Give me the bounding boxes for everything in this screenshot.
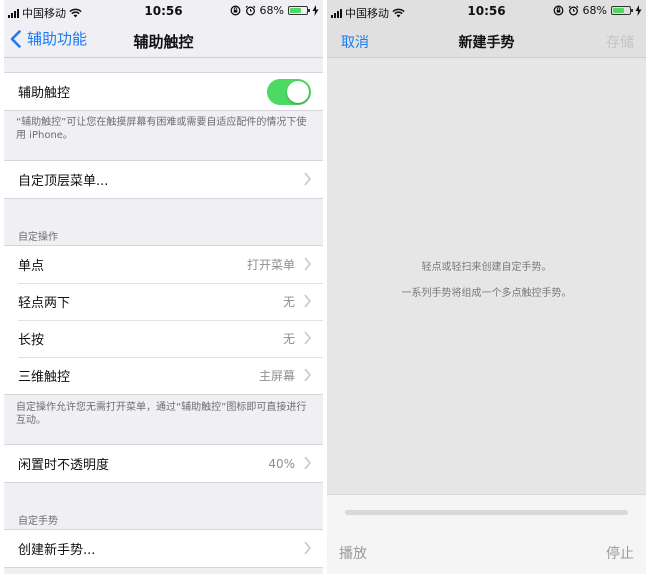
custom-gestures-header: 自定手势: [18, 516, 58, 527]
gesture-hint-primary: 轻点或轻扫来创建自定手势。: [421, 262, 552, 273]
alarm-icon: [245, 5, 255, 16]
idle-opacity-value: 40%: [268, 456, 295, 471]
stop-button[interactable]: 停止: [606, 543, 634, 563]
action-value: 无: [282, 295, 295, 309]
status-bar: 中国移动 10:56 68%: [4, 0, 323, 22]
lock-rotation-icon: [553, 5, 563, 16]
status-indicators: 68%: [553, 4, 642, 17]
customize-top-menu-label: 自定顶层菜单...: [18, 174, 109, 189]
chevron-right-icon: [304, 331, 311, 345]
lock-rotation-icon: [230, 5, 240, 16]
chevron-right-icon: [304, 456, 311, 470]
alarm-icon: [568, 5, 578, 16]
action-value: 无: [282, 332, 295, 346]
new-gesture-screen: 中国移动 10:56 68% 取消 新建手势 存储 轻点或轻扫来创建自定手势。 …: [327, 0, 646, 574]
top-menu-group: 自定顶层菜单...: [4, 160, 323, 199]
action-label: 单点: [18, 259, 45, 274]
gesture-hint-secondary: 一系列手势将组成一个多点触控手势。: [401, 288, 572, 299]
battery-icon: [611, 6, 633, 15]
action-row-double-tap[interactable]: 轻点两下 无: [4, 283, 323, 320]
gesture-recording-area[interactable]: 轻点或轻扫来创建自定手势。 一系列手势将组成一个多点触控手势。: [327, 59, 646, 493]
chevron-right-icon: [304, 257, 311, 271]
charging-icon: [312, 5, 319, 16]
assistive-touch-label: 辅助触控: [18, 86, 71, 101]
play-button[interactable]: 播放: [339, 543, 367, 563]
chevron-right-icon: [304, 294, 311, 308]
action-value: 主屏幕: [258, 369, 295, 383]
custom-actions-group: 单点 打开菜单 轻点两下 无 长按 无 三维触控 主屏幕: [4, 245, 323, 395]
navigation-bar: 取消 新建手势 存储: [327, 22, 646, 58]
action-row-single-tap[interactable]: 单点 打开菜单: [4, 246, 323, 283]
idle-opacity-group: 闲置时不透明度 40%: [4, 444, 323, 483]
custom-actions-description: 自定操作允许您无需打开菜单，通过“辅助触控”图标即可直接进行互动。: [16, 402, 307, 426]
chevron-right-icon: [304, 368, 311, 382]
assistive-touch-description: “辅助触控”可让您在触摸屏幕有困难或需要自适应配件的情况下使用 iPhone。: [16, 117, 307, 141]
create-gesture-label: 创建新手势...: [18, 543, 96, 558]
assistive-touch-group: 辅助触控: [4, 72, 323, 111]
action-label: 三维触控: [18, 370, 71, 385]
save-button[interactable]: 存储: [606, 32, 634, 52]
battery-icon: [288, 6, 310, 15]
action-label: 长按: [18, 333, 45, 348]
battery-percent: 68%: [259, 4, 284, 17]
navigation-bar: 辅助功能 辅助触控: [4, 22, 323, 58]
status-bar: 中国移动 10:56 68%: [327, 0, 646, 22]
custom-actions-header: 自定操作: [18, 232, 58, 243]
custom-gestures-group: 创建新手势...: [4, 529, 323, 568]
assistive-touch-toggle[interactable]: [267, 79, 311, 105]
page-title: 新建手势: [458, 35, 515, 51]
customize-top-menu-row[interactable]: 自定顶层菜单...: [4, 161, 323, 198]
action-label: 轻点两下: [18, 296, 71, 311]
chevron-right-icon: [304, 541, 311, 555]
action-value: 打开菜单: [246, 258, 295, 272]
create-gesture-row[interactable]: 创建新手势...: [4, 530, 323, 567]
idle-opacity-label: 闲置时不透明度: [18, 458, 110, 473]
assistive-touch-row: 辅助触控: [4, 73, 323, 110]
page-title: 辅助触控: [133, 33, 194, 51]
toggle-knob: [287, 81, 309, 103]
idle-opacity-row[interactable]: 闲置时不透明度 40%: [4, 445, 323, 482]
playback-toolbar: 播放 停止: [327, 494, 646, 574]
battery-percent: 68%: [582, 4, 607, 17]
action-row-long-press[interactable]: 长按 无: [4, 320, 323, 357]
chevron-right-icon: [304, 172, 311, 186]
status-indicators: 68%: [230, 4, 319, 17]
action-row-3d-touch[interactable]: 三维触控 主屏幕: [4, 357, 323, 394]
gesture-progress-bar: [345, 510, 628, 515]
accessibility-touch-screen: 中国移动 10:56 68% 辅助功能 辅助触控 辅助触控 “辅助触控”可让您在…: [4, 0, 323, 574]
charging-icon: [635, 5, 642, 16]
